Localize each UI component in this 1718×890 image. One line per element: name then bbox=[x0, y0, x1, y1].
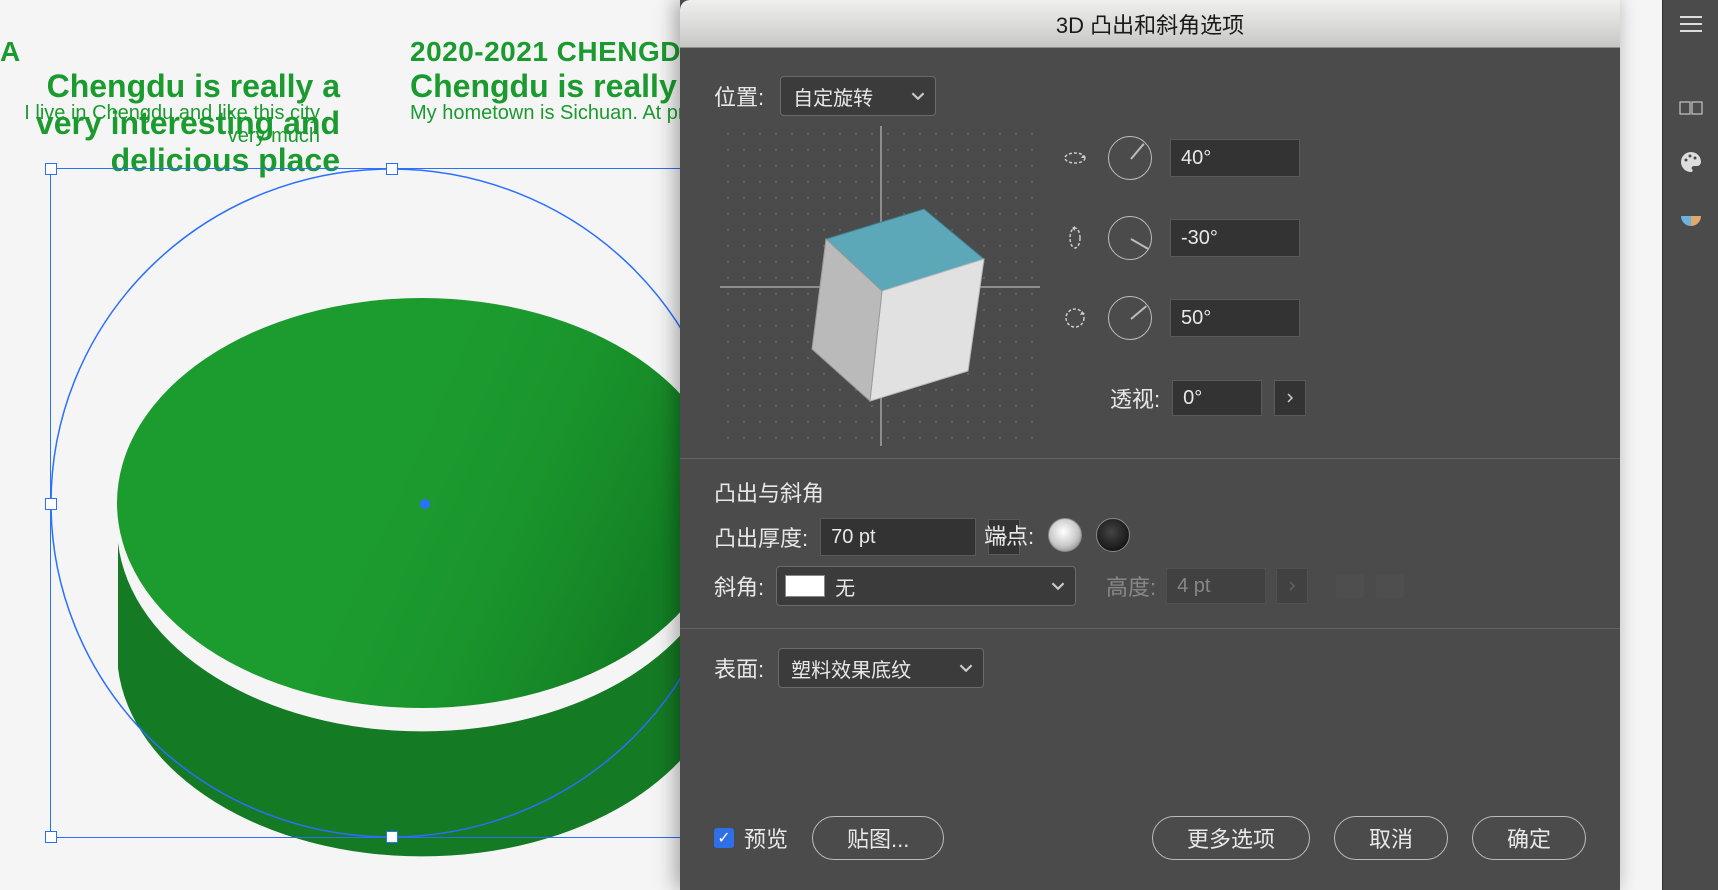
position-label: 位置: bbox=[714, 80, 764, 112]
canvas-artwork[interactable] bbox=[50, 168, 732, 838]
canvas-body-2: My hometown is Sichuan. At pres bbox=[410, 102, 706, 125]
perspective-input[interactable]: 0° bbox=[1172, 380, 1262, 416]
rotate-z-input[interactable]: 50° bbox=[1170, 299, 1300, 337]
rotate-y-icon bbox=[1060, 226, 1090, 250]
bevel-extent-out-icon bbox=[1376, 574, 1404, 598]
surface-select-value: 塑料效果底纹 bbox=[791, 654, 911, 683]
surface-label: 表面: bbox=[714, 652, 764, 684]
selection-center-point bbox=[420, 499, 430, 509]
rotation-trackball[interactable] bbox=[720, 126, 1040, 446]
rotate-x-icon bbox=[1060, 148, 1090, 168]
preview-checkbox[interactable]: ✓ 预览 bbox=[714, 822, 788, 854]
rotate-y-knob[interactable] bbox=[1108, 216, 1152, 260]
extrude-depth-label: 凸出厚度: bbox=[714, 521, 808, 553]
rotate-z-knob[interactable] bbox=[1108, 296, 1152, 340]
bevel-swatch bbox=[785, 575, 825, 597]
rotation-preview-cube bbox=[774, 181, 1004, 411]
swatch-icon[interactable] bbox=[1677, 202, 1705, 230]
extrude-depth-input[interactable]: 70 pt bbox=[820, 518, 976, 556]
perspective-label: 透视: bbox=[1110, 382, 1160, 414]
bevel-height-stepper bbox=[1276, 568, 1308, 604]
map-art-button[interactable]: 贴图... bbox=[812, 816, 944, 860]
cancel-button[interactable]: 取消 bbox=[1334, 816, 1448, 860]
ok-button[interactable]: 确定 bbox=[1472, 816, 1586, 860]
canvas-heading-1-title: A bbox=[0, 36, 20, 68]
palette-icon[interactable] bbox=[1677, 148, 1705, 176]
cap-off-button[interactable] bbox=[1096, 518, 1130, 552]
surface-select[interactable]: 塑料效果底纹 bbox=[778, 648, 984, 688]
dialog-title: 3D 凸出和斜角选项 bbox=[680, 0, 1620, 48]
panel-tab-icon[interactable] bbox=[1677, 94, 1705, 122]
bevel-height-group: 高度: 4 pt bbox=[1106, 568, 1404, 604]
bevel-select-value: 无 bbox=[835, 572, 855, 601]
bevel-select[interactable]: 无 bbox=[776, 566, 1076, 606]
perspective-stepper[interactable] bbox=[1274, 380, 1306, 416]
preview-label: 预览 bbox=[744, 822, 788, 854]
chevron-down-icon bbox=[911, 89, 925, 103]
rotate-z-icon bbox=[1060, 306, 1090, 330]
rotate-x-input[interactable]: 40° bbox=[1170, 139, 1300, 177]
right-panel-dock bbox=[1662, 0, 1718, 890]
bevel-height-label: 高度: bbox=[1106, 570, 1156, 602]
cap-label: 端点: bbox=[984, 519, 1034, 551]
menu-icon[interactable] bbox=[1677, 10, 1705, 38]
rotate-x-knob[interactable] bbox=[1108, 136, 1152, 180]
chevron-down-icon bbox=[1051, 579, 1065, 593]
check-icon: ✓ bbox=[714, 828, 734, 848]
divider bbox=[680, 628, 1620, 629]
divider bbox=[680, 458, 1620, 459]
rotate-y-input[interactable]: -30° bbox=[1170, 219, 1300, 257]
cap-on-button[interactable] bbox=[1048, 518, 1082, 552]
section-extrude-bevel: 凸出与斜角 bbox=[714, 476, 824, 508]
bevel-extent-in-icon bbox=[1336, 574, 1364, 598]
position-select-value: 自定旋转 bbox=[793, 82, 873, 111]
bevel-height-input: 4 pt bbox=[1166, 568, 1266, 604]
bevel-label: 斜角: bbox=[714, 570, 764, 602]
canvas-body-1: I live in Chengdu and like this city ver… bbox=[0, 102, 320, 148]
more-options-button[interactable]: 更多选项 bbox=[1152, 816, 1310, 860]
position-select[interactable]: 自定旋转 bbox=[780, 76, 936, 116]
chevron-down-icon bbox=[959, 661, 973, 675]
dialog-3d-extrude-bevel: 3D 凸出和斜角选项 位置: 自定旋转 40° bbox=[680, 0, 1620, 890]
